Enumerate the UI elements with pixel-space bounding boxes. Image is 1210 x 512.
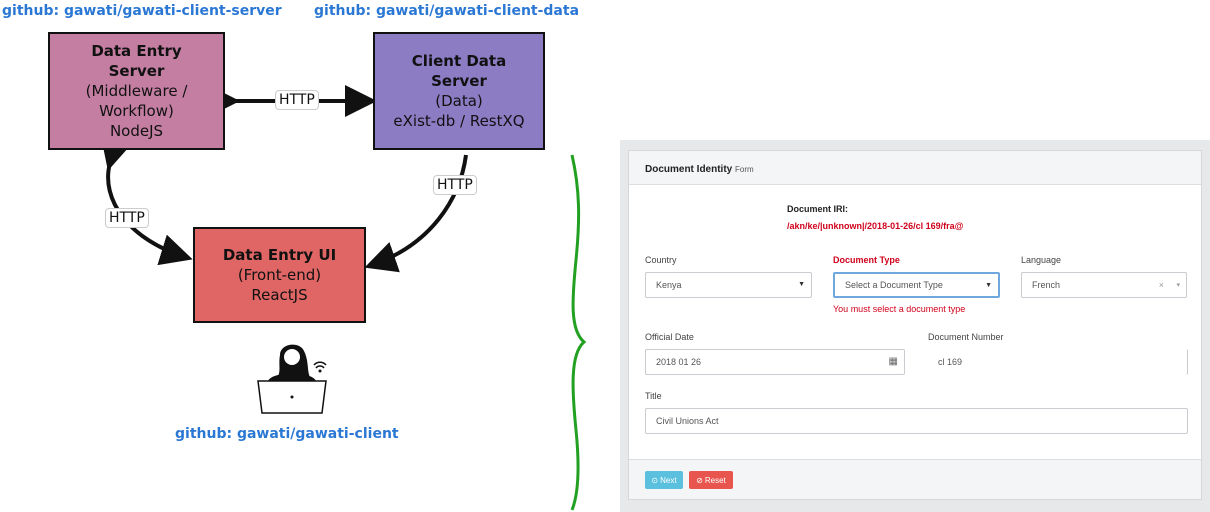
- arrow-right-circle-icon: ⊙: [651, 475, 659, 485]
- node-data-entry-ui: Data Entry UI (Front-end) ReactJS: [193, 227, 366, 323]
- doctype-label: Document Type: [833, 255, 900, 265]
- panel-title-text: Document Identity: [645, 164, 733, 175]
- language-value: French: [1032, 280, 1061, 290]
- curly-brace: [570, 154, 587, 511]
- edge-label-server-data: HTTP: [275, 90, 319, 110]
- docnum-label: Document Number: [928, 332, 1004, 342]
- node-title: Data Entry Server: [91, 42, 182, 80]
- node-line: (Front-end): [237, 266, 322, 284]
- date-input[interactable]: 2018 01 26 ▦: [645, 349, 905, 375]
- edge-label-server-ui: HTTP: [105, 208, 149, 228]
- node-title: Data Entry UI: [222, 246, 337, 264]
- user-laptop-icon: [257, 344, 327, 414]
- country-value: Kenya: [656, 280, 682, 290]
- title-input[interactable]: Civil Unions Act: [645, 408, 1188, 434]
- node-line: (Data): [435, 92, 483, 110]
- panel-subtitle: Form: [735, 165, 754, 174]
- panel-title: Document Identity Form: [645, 164, 754, 175]
- reset-button[interactable]: ⊘ Reset: [689, 471, 733, 489]
- chevron-down-icon: ▼: [985, 282, 992, 289]
- docnum-input[interactable]: cl 169: [928, 349, 1188, 375]
- repo-label-data[interactable]: github: gawati/gawati-client-data: [314, 3, 579, 19]
- doctype-error: You must select a document type: [833, 304, 966, 314]
- chevron-down-icon: ▼: [798, 281, 805, 288]
- clear-icon[interactable]: ×: [1159, 280, 1164, 290]
- title-value: Civil Unions Act: [656, 416, 719, 426]
- language-label: Language: [1021, 255, 1062, 265]
- country-label: Country: [645, 255, 677, 265]
- edge-label-data-ui: HTTP: [433, 175, 477, 195]
- language-select[interactable]: French × ▾: [1021, 272, 1187, 298]
- node-client-data-server: Client Data Server (Data) eXist-db / Rest…: [373, 32, 545, 150]
- iri-value: /akn/ke/|unknown|/2018-01-26/cl 169/fra@: [787, 221, 964, 231]
- repo-label-client[interactable]: github: gawati/gawati-client: [175, 426, 399, 442]
- doctype-value: Select a Document Type: [845, 280, 943, 290]
- ban-icon: ⊘: [696, 475, 703, 485]
- chevron-down-icon: ▾: [1176, 282, 1180, 289]
- iri-label: Document IRI:: [787, 204, 849, 214]
- arrow-data-ui: [364, 154, 468, 273]
- node-title: Client Data Server: [411, 52, 507, 90]
- node-data-entry-server: Data Entry Server (Middleware / Workflow)…: [48, 32, 225, 150]
- docnum-value: cl 169: [938, 357, 963, 367]
- title-label: Title: [645, 391, 662, 401]
- next-button[interactable]: ⊙ Next: [645, 471, 683, 489]
- doctype-select[interactable]: Select a Document Type ▼: [833, 272, 1000, 298]
- node-line: NodeJS: [109, 122, 164, 140]
- node-line: ReactJS: [251, 286, 308, 304]
- calendar-icon[interactable]: ▦: [889, 356, 898, 367]
- document-identity-panel: Document Identity Form Document IRI: /ak…: [628, 150, 1202, 500]
- date-value: 2018 01 26: [656, 357, 702, 367]
- node-line: eXist-db / RestXQ: [393, 112, 525, 130]
- next-label: Next: [660, 475, 677, 485]
- country-select[interactable]: Kenya ▼: [645, 272, 812, 298]
- node-line: (Middleware /: [85, 82, 188, 100]
- date-label: Official Date: [645, 332, 694, 342]
- reset-label: Reset: [704, 475, 726, 485]
- repo-label-server[interactable]: github: gawati/gawati-client-server: [2, 3, 282, 19]
- panel-footer: ⊙ Next ⊘ Reset: [629, 459, 1201, 499]
- panel-header: Document Identity Form: [629, 151, 1201, 185]
- node-line: Workflow): [99, 102, 174, 120]
